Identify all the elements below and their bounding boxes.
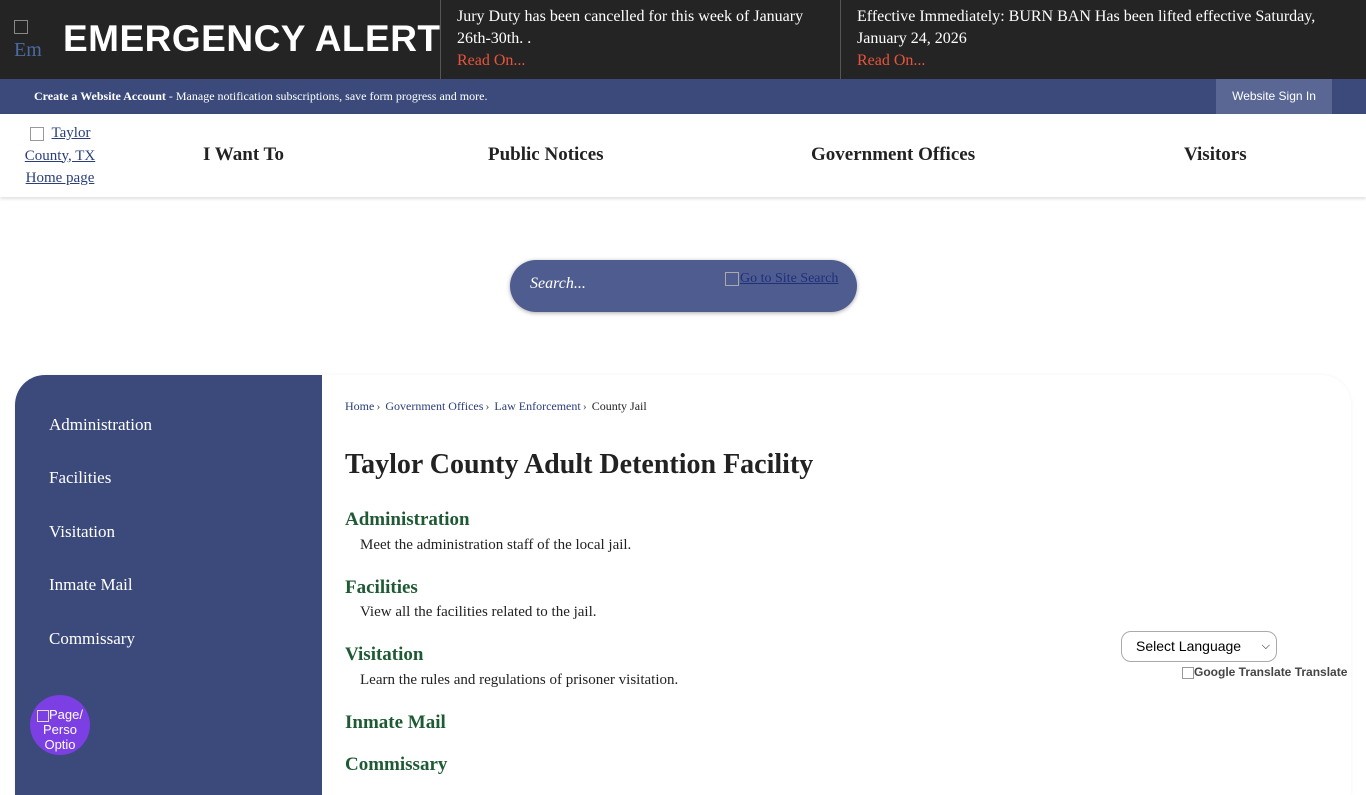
alert-item: Jury Duty has been cancelled for this we… <box>440 0 840 79</box>
section-title-administration[interactable]: Administration <box>345 509 470 531</box>
nav-government-offices[interactable]: Government Offices <box>811 144 975 166</box>
chevron-down-icon: ⌵ <box>1261 640 1270 652</box>
emergency-alert-bar: Em EMERGENCY ALERT Jury Duty has been ca… <box>0 0 1366 79</box>
sidebar-item-facilities[interactable]: Facilities <box>49 468 111 488</box>
google-translate-credit: Google Translate Translate <box>1182 665 1347 679</box>
breadcrumb-law-enforcement[interactable]: Law Enforcement <box>494 399 580 413</box>
account-bar: Create a Website Account - Manage notifi… <box>0 79 1366 114</box>
search-input[interactable]: Search... <box>530 275 586 293</box>
create-account-notice: Create a Website Account - Manage notifi… <box>34 89 487 104</box>
website-sign-in-button[interactable]: Website Sign In <box>1216 79 1332 114</box>
page-options-icon <box>37 709 49 722</box>
alert-title: EMERGENCY ALERT <box>63 18 441 59</box>
sidebar-item-visitation[interactable]: Visitation <box>49 522 115 542</box>
nav-public-notices[interactable]: Public Notices <box>488 144 604 166</box>
section-desc: Learn the rules and regulations of priso… <box>360 672 679 688</box>
section-title-visitation[interactable]: Visitation <box>345 644 423 666</box>
page-options-button[interactable]: Page/ Perso Optio <box>30 695 90 755</box>
breadcrumb-home[interactable]: Home <box>345 399 374 413</box>
alert-read-on-link[interactable]: Read On... <box>457 50 824 72</box>
page-title: Taylor County Adult Detention Facility <box>345 449 814 480</box>
breadcrumb-government-offices[interactable]: Government Offices <box>385 399 483 413</box>
search-go-button[interactable]: Go to Site Search <box>725 271 838 287</box>
sidebar-item-administration[interactable]: Administration <box>49 415 152 435</box>
nav-visitors[interactable]: Visitors <box>1184 144 1247 166</box>
section-title-commissary[interactable]: Commissary <box>345 754 447 776</box>
language-select[interactable]: Select Language ⌵ <box>1121 631 1277 662</box>
section-desc: View all the facilities related to the j… <box>360 604 597 620</box>
section-title-inmate-mail[interactable]: Inmate Mail <box>345 712 446 734</box>
section-desc: Meet the administration staff of the loc… <box>360 537 632 553</box>
section-title-facilities[interactable]: Facilities <box>345 577 418 599</box>
alert-text: Effective Immediately: BURN BAN Has been… <box>857 8 1316 47</box>
alert-read-on-link[interactable]: Read On... <box>857 50 1324 72</box>
sidebar-item-commissary[interactable]: Commissary <box>49 629 135 649</box>
create-account-link[interactable]: Create a Website Account <box>34 89 166 103</box>
alert-text: Jury Duty has been cancelled for this we… <box>457 8 804 47</box>
home-logo-link[interactable]: Taylor County, TX Home page <box>22 122 98 190</box>
sidebar-item-inmate-mail[interactable]: Inmate Mail <box>49 575 133 595</box>
create-account-desc: - Manage notification subscriptions, sav… <box>165 89 488 103</box>
google-translate-icon <box>1182 666 1194 679</box>
alert-logo-icon: Em <box>14 20 54 60</box>
logo-image-icon <box>29 126 44 141</box>
breadcrumb: Home › Government Offices › Law Enforcemen… <box>345 399 647 413</box>
nav-i-want-to[interactable]: I Want To <box>203 144 284 166</box>
search-icon <box>725 271 739 286</box>
site-search: Search... Go to Site Search <box>510 260 857 312</box>
alert-item: Effective Immediately: BURN BAN Has been… <box>840 0 1340 79</box>
breadcrumb-current: County Jail <box>591 399 647 413</box>
site-header: Taylor County, TX Home page I Want To Pu… <box>0 114 1366 197</box>
